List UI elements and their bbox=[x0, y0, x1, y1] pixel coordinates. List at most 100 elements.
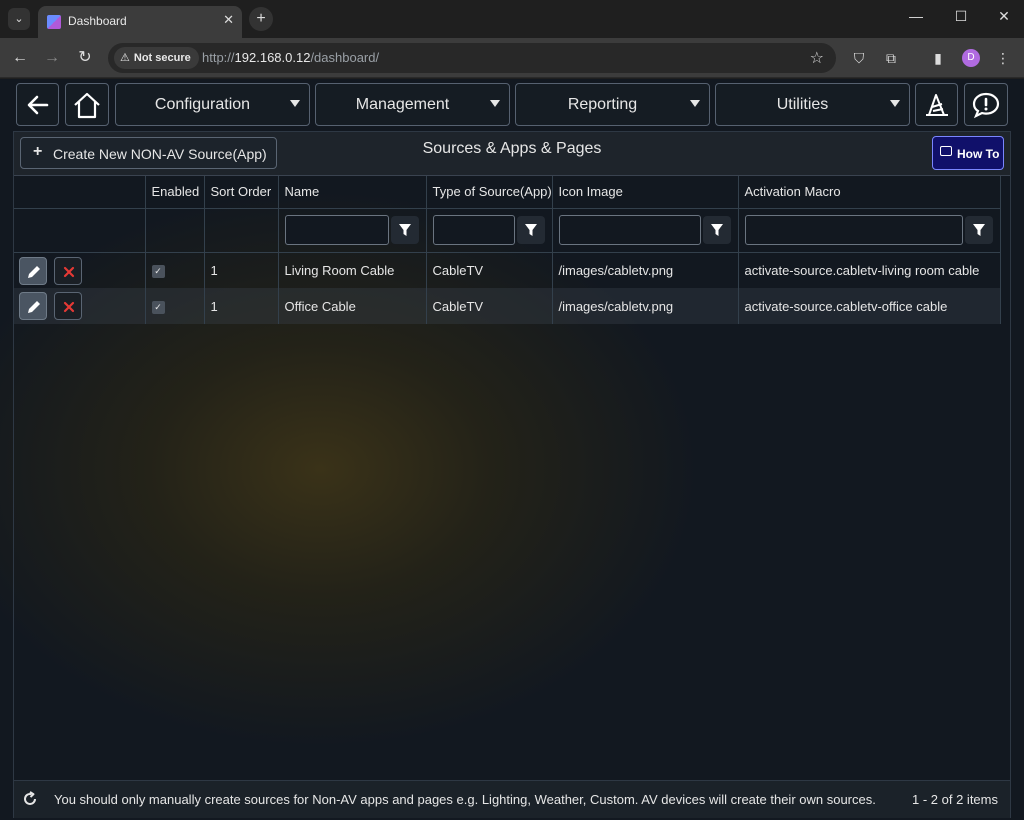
menu-management[interactable]: Management bbox=[315, 83, 510, 126]
kebab-menu-icon[interactable]: ⋮ bbox=[992, 47, 1014, 69]
filter-cell-empty bbox=[14, 208, 146, 253]
arrow-left-icon bbox=[27, 95, 48, 114]
maximize-icon[interactable]: ☐ bbox=[951, 8, 971, 25]
caret-down-icon bbox=[490, 100, 500, 107]
column-header-icon-image[interactable]: Icon Image bbox=[552, 176, 739, 209]
caret-down-icon bbox=[690, 100, 700, 107]
pager-info: 1 - 2 of 2 items bbox=[912, 792, 998, 807]
tab-search-chevron-icon[interactable]: ⌄ bbox=[8, 8, 30, 30]
caret-down-icon bbox=[290, 100, 300, 107]
header-row: Enabled Sort Order Name Type of Source(A… bbox=[14, 176, 1001, 209]
column-header-enabled[interactable]: Enabled bbox=[145, 176, 205, 209]
column-header-activation-macro[interactable]: Activation Macro bbox=[738, 176, 1001, 209]
bookmark-star-icon[interactable]: ☆ bbox=[810, 48, 824, 68]
activation-macro-cell: activate-source.cabletv-office cable bbox=[738, 288, 1001, 324]
funnel-icon bbox=[972, 224, 985, 236]
menu-utilities-label: Utilities bbox=[776, 96, 829, 113]
caret-down-icon bbox=[890, 100, 900, 107]
wizard-hat-icon bbox=[925, 93, 948, 116]
menu-configuration-label: Configuration bbox=[154, 96, 251, 113]
type-filter-button[interactable] bbox=[516, 216, 545, 244]
feedback-button[interactable] bbox=[964, 83, 1008, 126]
back-button[interactable] bbox=[16, 83, 59, 126]
wizard-button[interactable] bbox=[915, 83, 958, 126]
funnel-icon bbox=[398, 224, 411, 236]
reload-icon[interactable]: ↻ bbox=[74, 47, 96, 69]
type-cell: CableTV bbox=[426, 252, 553, 288]
filter-row bbox=[14, 208, 1001, 253]
security-chip[interactable]: ⚠ Not secure bbox=[114, 47, 199, 69]
row-actions bbox=[14, 288, 146, 324]
shield-extension-icon[interactable]: ⛉ bbox=[848, 47, 870, 69]
table-row[interactable]: ✓ 1 Office Cable CableTV /images/cabletv… bbox=[14, 288, 1001, 324]
close-x-icon bbox=[63, 301, 75, 313]
home-button[interactable] bbox=[65, 83, 109, 126]
browser-toolbar: ← → ↻ ⚠ Not secure http://192.168.0.12/da… bbox=[0, 38, 1024, 78]
url-prefix: http:// bbox=[202, 50, 235, 65]
menu-utilities[interactable]: Utilities bbox=[715, 83, 910, 126]
column-header-name[interactable]: Name bbox=[278, 176, 427, 209]
type-filter-input[interactable] bbox=[432, 215, 515, 245]
enabled-checkbox[interactable]: ✓ bbox=[151, 301, 165, 314]
column-header-actions bbox=[14, 176, 146, 209]
filter-cell-empty bbox=[145, 208, 205, 253]
sort-order-cell: 1 bbox=[204, 288, 279, 324]
enabled-cell: ✓ bbox=[145, 252, 205, 288]
how-to-button[interactable]: How To bbox=[932, 136, 1004, 170]
icon-filter-button[interactable] bbox=[702, 216, 731, 244]
security-label: Not secure bbox=[133, 52, 191, 64]
sources-grid-panel: + Create New NON-AV Source(App) Sources … bbox=[13, 131, 1011, 818]
icon-filter-input[interactable] bbox=[558, 215, 701, 245]
grid-title: Sources & Apps & Pages bbox=[422, 140, 602, 157]
sort-order-cell: 1 bbox=[204, 252, 279, 288]
icon-image-cell: /images/cabletv.png bbox=[552, 288, 739, 324]
address-bar[interactable]: ⚠ Not secure http://192.168.0.12/dashboar… bbox=[108, 43, 836, 73]
how-to-label: How To bbox=[957, 147, 1000, 161]
edit-button[interactable] bbox=[19, 292, 47, 320]
close-x-icon bbox=[63, 266, 75, 277]
menu-management-label: Management bbox=[355, 96, 450, 113]
macro-filter-input[interactable] bbox=[744, 215, 963, 245]
url-text: http://192.168.0.12/dashboard/ bbox=[202, 50, 379, 65]
macro-filter-button[interactable] bbox=[964, 216, 993, 244]
speech-alert-icon bbox=[972, 92, 1000, 118]
tab-title: Dashboard bbox=[68, 14, 127, 28]
new-tab-plus-icon[interactable]: + bbox=[249, 7, 273, 31]
delete-button[interactable] bbox=[54, 256, 82, 285]
url-path: /dashboard/ bbox=[310, 50, 380, 65]
name-filter-input[interactable] bbox=[284, 215, 389, 245]
filter-cell-type bbox=[426, 208, 553, 253]
refresh-icon[interactable] bbox=[22, 791, 38, 807]
minimize-icon[interactable]: — bbox=[906, 8, 926, 24]
menu-reporting[interactable]: Reporting bbox=[515, 83, 710, 126]
funnel-icon bbox=[710, 224, 723, 236]
window-close-icon[interactable]: ✕ bbox=[994, 8, 1014, 25]
enabled-checkbox[interactable]: ✓ bbox=[151, 265, 165, 279]
warning-triangle-icon: ⚠ bbox=[120, 52, 130, 64]
edit-button[interactable] bbox=[19, 256, 47, 285]
sources-table: Enabled Sort Order Name Type of Source(A… bbox=[14, 176, 1001, 324]
pencil-icon bbox=[28, 265, 40, 278]
filter-cell-empty bbox=[204, 208, 279, 253]
chat-bubble-icon bbox=[940, 146, 952, 156]
delete-button[interactable] bbox=[54, 292, 82, 320]
tab-close-icon[interactable]: ✕ bbox=[223, 12, 234, 28]
tab-favicon-icon bbox=[47, 15, 61, 29]
menu-configuration[interactable]: Configuration bbox=[115, 83, 310, 126]
column-header-sort-order[interactable]: Sort Order bbox=[204, 176, 279, 209]
dashboard-page: Configuration Management Reporting Utili… bbox=[0, 79, 1024, 820]
name-filter-button[interactable] bbox=[390, 216, 419, 244]
filter-cell-icon bbox=[552, 208, 739, 253]
funnel-icon bbox=[524, 224, 537, 236]
profile-avatar[interactable]: D bbox=[962, 49, 980, 67]
name-cell: Office Cable bbox=[278, 288, 427, 324]
back-arrow-icon[interactable]: ← bbox=[9, 47, 31, 69]
puzzle-extensions-icon[interactable]: ⧉ bbox=[880, 47, 902, 69]
name-cell: Living Room Cable bbox=[278, 252, 427, 288]
table-row[interactable]: ✓ 1 Living Room Cable CableTV /images/ca… bbox=[14, 252, 1001, 288]
forward-arrow-icon[interactable]: → bbox=[41, 47, 63, 69]
column-header-type[interactable]: Type of Source(App) bbox=[426, 176, 553, 209]
side-panel-icon[interactable]: ▮ bbox=[927, 47, 949, 69]
pencil-icon bbox=[28, 301, 40, 313]
browser-tab[interactable]: Dashboard ✕ bbox=[38, 6, 242, 38]
